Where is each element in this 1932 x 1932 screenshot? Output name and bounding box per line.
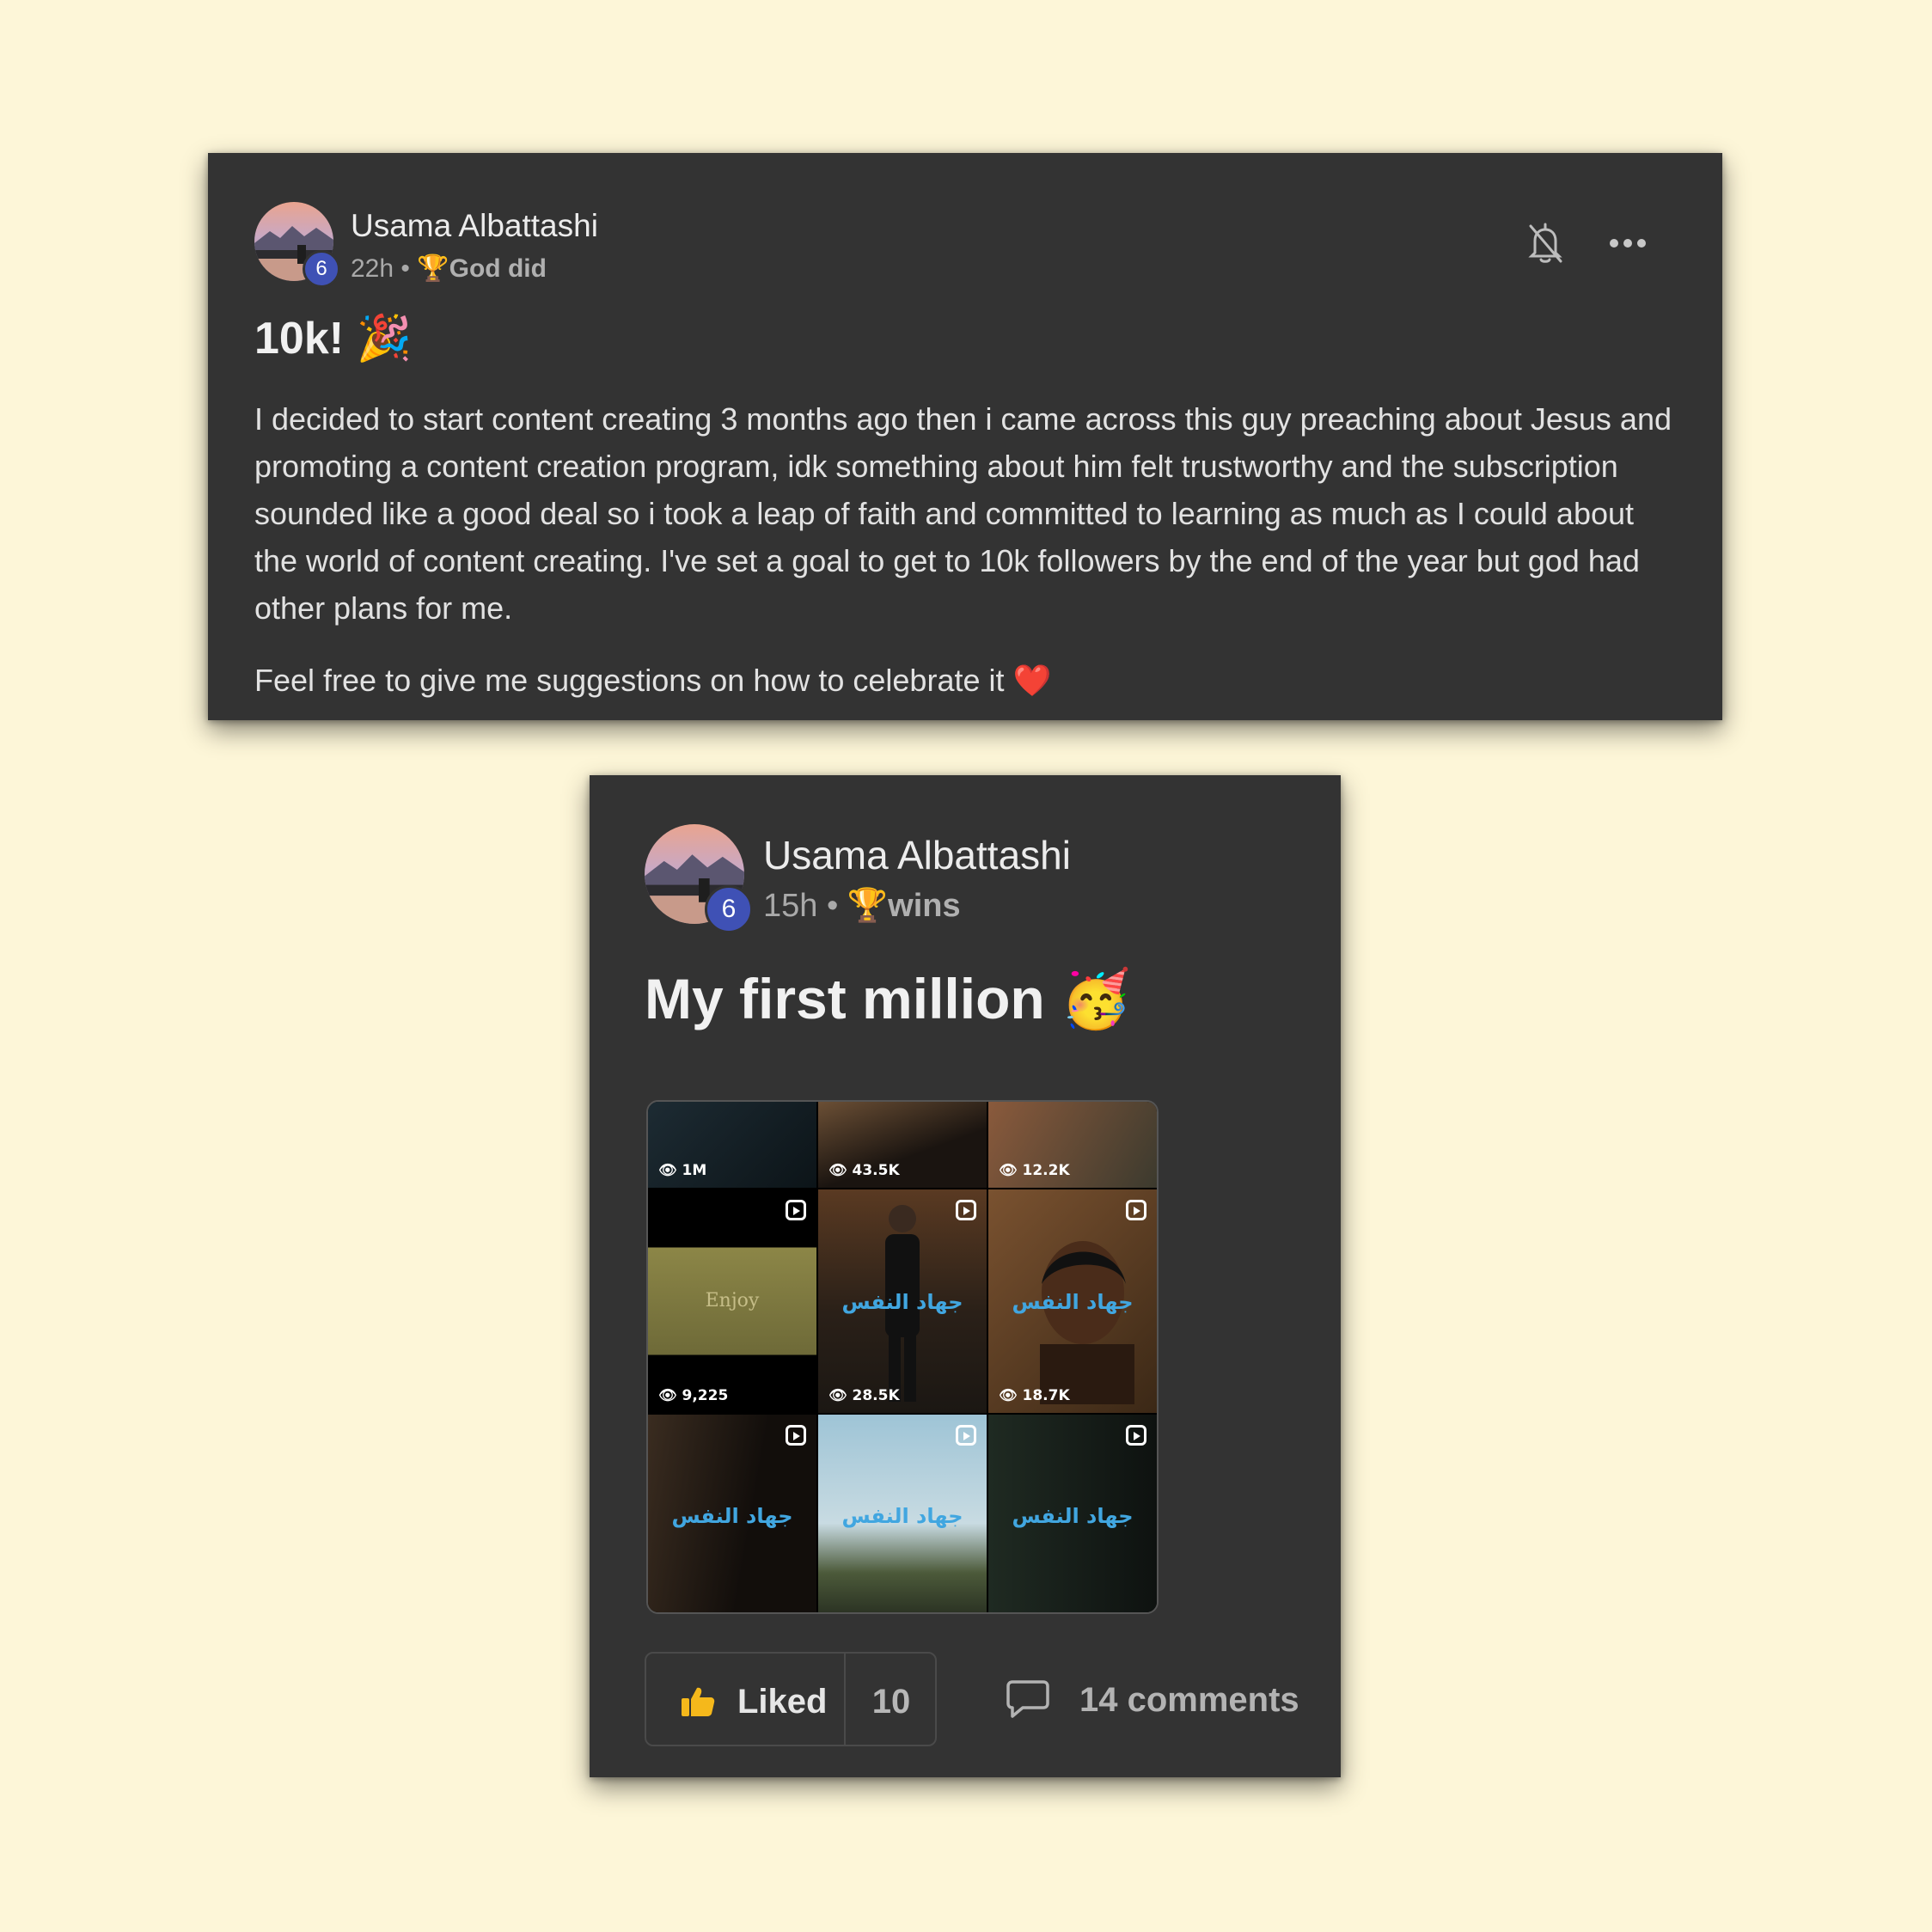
meta-separator: • [826, 888, 839, 924]
post-card-10k: 6 Usama Albattashi 22h • 🏆God did 10k! 🎉… [208, 153, 1722, 720]
thumbnail-arabic-title: جهاد النفس [1012, 1290, 1134, 1314]
thumbs-up-icon [682, 1687, 715, 1716]
trophy-icon: 🏆 [417, 254, 449, 283]
thumbnail-arabic-title: جهاد النفس [841, 1503, 963, 1528]
post-title: 10k! 🎉 [254, 314, 413, 364]
view-count: 👁 9,225 [658, 1387, 729, 1404]
post-meta: 22h • 🏆God did [351, 254, 547, 284]
like-count[interactable]: 10 [846, 1683, 937, 1721]
view-count: 👁 12.2K [999, 1162, 1070, 1179]
view-count: 👁 18.7K [999, 1387, 1070, 1404]
author-name[interactable]: Usama Albattashi [763, 832, 1071, 878]
view-count: 👁 43.5K [828, 1162, 900, 1179]
reel-thumbnail: جهاد النفس [818, 1415, 987, 1612]
thumbnail-arabic-title: جهاد النفس [1012, 1503, 1134, 1528]
reel-icon [956, 1200, 976, 1220]
reel-thumbnail: جهاد النفس [648, 1415, 816, 1612]
like-control: Liked 10 [645, 1652, 937, 1746]
comment-icon [1006, 1680, 1049, 1718]
level-badge: 6 [705, 885, 753, 933]
post-time: 15h [763, 888, 818, 924]
notification-bell-off-icon[interactable] [1526, 222, 1564, 265]
thumbnail-arabic-title: جهاد النفس [841, 1290, 963, 1314]
post-category[interactable]: wins [888, 888, 960, 924]
reel-thumbnail: جهاد النفس 👁 28.5K [818, 1189, 987, 1413]
reel-thumbnail: 👁 1M [648, 1102, 816, 1188]
like-button[interactable]: Liked [646, 1654, 844, 1745]
comments-label: 14 comments [1079, 1681, 1299, 1719]
more-options-icon[interactable] [1609, 237, 1647, 249]
reel-thumbnail: 👁 12.2K [988, 1102, 1157, 1188]
reel-thumbnail: جهاد النفس 👁 18.7K [988, 1189, 1157, 1413]
trophy-icon: 🏆 [847, 888, 889, 924]
view-count: 👁 1M [658, 1162, 707, 1179]
reel-thumbnail: Enjoy 👁 9,225 [648, 1189, 816, 1413]
reel-thumbnail: جهاد النفس [988, 1415, 1157, 1612]
post-meta: 15h • 🏆wins [763, 887, 961, 925]
post-card-first-million: 6 Usama Albattashi 15h • 🏆wins My first … [590, 775, 1341, 1777]
like-label: Liked [737, 1683, 828, 1721]
post-category[interactable]: God did [449, 254, 547, 283]
post-body-closing: Feel free to give me suggestions on how … [254, 663, 1052, 698]
meta-separator: • [400, 254, 410, 283]
reel-thumbnail: 👁 43.5K [818, 1102, 987, 1188]
level-badge: 6 [303, 250, 340, 288]
view-count: 👁 28.5K [828, 1387, 900, 1404]
post-body: I decided to start content creating 3 mo… [254, 401, 1672, 626]
thumbnail-caption: Enjoy [705, 1290, 760, 1311]
thumbnail-arabic-title: جهاد النفس [671, 1503, 793, 1528]
reel-icon [956, 1425, 976, 1446]
post-time: 22h [351, 254, 394, 283]
reel-icon [786, 1425, 806, 1446]
post-image-reels-grid[interactable]: 👁 1M 👁 43.5K 👁 12.2K Enjoy 👁 9,225 جهاد … [646, 1100, 1159, 1614]
reel-icon [1126, 1425, 1146, 1446]
reel-icon [1126, 1200, 1146, 1220]
author-name[interactable]: Usama Albattashi [351, 208, 598, 244]
reel-icon [786, 1200, 806, 1220]
post-title: My first million 🥳 [645, 967, 1132, 1030]
